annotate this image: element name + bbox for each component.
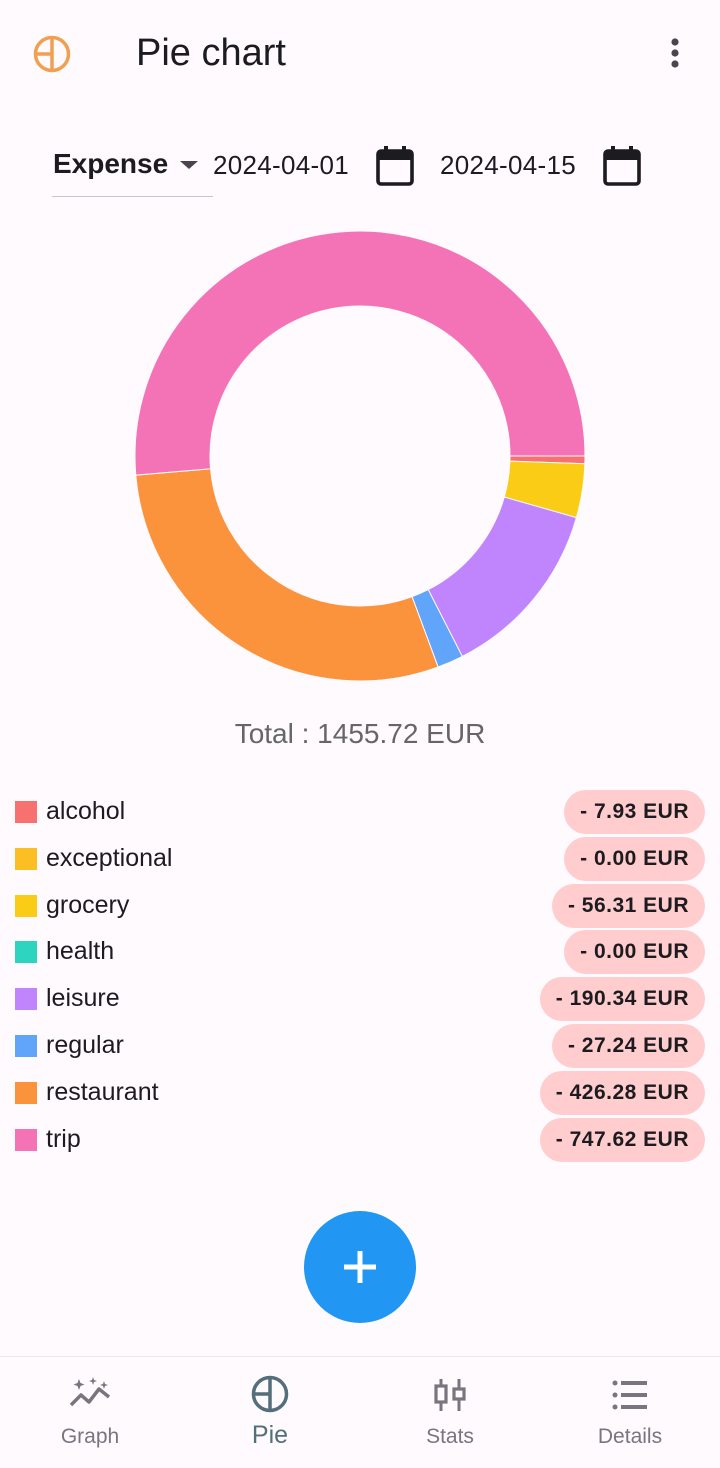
candlestick-icon xyxy=(434,1379,466,1411)
app-bar: Pie chart xyxy=(0,0,720,108)
legend-swatch xyxy=(15,1128,37,1151)
end-date-calendar-icon[interactable] xyxy=(601,144,643,188)
start-date-calendar-icon[interactable] xyxy=(374,144,416,188)
amount-badge: - 7.93 EUR xyxy=(564,790,705,834)
amount-badge: - 27.24 EUR xyxy=(551,1023,705,1068)
graph-sparkle-icon xyxy=(69,1377,111,1407)
plus-icon xyxy=(344,1251,376,1283)
type-dropdown-value: Expense xyxy=(53,148,169,179)
nav-details-label: Details xyxy=(597,1425,663,1448)
amount-badge: - 190.34 EUR xyxy=(539,977,705,1022)
legend-swatch xyxy=(15,847,37,870)
legend-row-regular[interactable]: regular - 27.24 EUR xyxy=(0,1022,720,1069)
legend-swatch xyxy=(15,1034,37,1057)
more-vert-icon[interactable] xyxy=(650,28,700,78)
legend-label: exceptional xyxy=(46,843,173,872)
add-transaction-button[interactable] xyxy=(304,1211,416,1323)
legend-row-restaurant[interactable]: restaurant - 426.28 EUR xyxy=(0,1069,720,1116)
legend-label: alcohol xyxy=(46,797,126,825)
page-title: Pie chart xyxy=(136,32,286,74)
amount-badge: - 56.31 EUR xyxy=(551,883,705,928)
legend-label: health xyxy=(46,937,115,966)
pie-chart-icon xyxy=(251,1375,289,1413)
nav-pie[interactable]: Pie xyxy=(180,1357,360,1468)
start-date-text: 2024-04-01 xyxy=(213,150,349,180)
legend-row-health[interactable]: health - 0.00 EUR xyxy=(0,928,720,975)
bottom-navigation: Graph Pie Stats Details xyxy=(0,1356,720,1468)
legend-swatch xyxy=(15,894,37,917)
filter-row: Expense 2024-04-01 2024-04-15 xyxy=(0,130,720,210)
legend-row-trip[interactable]: trip - 747.62 EUR xyxy=(0,1116,720,1163)
dropdown-arrow-icon xyxy=(180,161,198,169)
legend-swatch xyxy=(15,801,37,823)
legend-swatch xyxy=(15,941,37,964)
list-icon xyxy=(612,1380,647,1410)
legend-swatch xyxy=(15,1081,37,1104)
legend-swatch xyxy=(15,988,37,1011)
amount-badge: - 0.00 EUR xyxy=(564,836,705,881)
nav-details[interactable]: Details xyxy=(540,1357,720,1468)
donut-chart xyxy=(130,226,590,686)
legend-row-alcohol[interactable]: alcohol - 7.93 EUR xyxy=(0,788,720,835)
pie-slice-trip[interactable] xyxy=(134,230,586,476)
nav-pie-label: Pie xyxy=(251,1421,289,1449)
nav-stats-label: Stats xyxy=(426,1425,474,1448)
legend-row-grocery[interactable]: grocery - 56.31 EUR xyxy=(0,882,720,929)
end-date-text: 2024-04-15 xyxy=(440,150,576,180)
amount-badge: - 426.28 EUR xyxy=(539,1070,705,1115)
nav-stats[interactable]: Stats xyxy=(360,1357,540,1468)
legend-label: leisure xyxy=(46,984,120,1013)
pie-chart-icon xyxy=(33,35,71,73)
total-amount: Total : 1455.72 EUR xyxy=(234,718,486,749)
legend-label: restaurant xyxy=(46,1077,159,1106)
amount-badge: - 747.62 EUR xyxy=(539,1117,705,1162)
pie-slice-restaurant[interactable] xyxy=(135,468,439,682)
legend: alcohol - 7.93 EUR exceptional - 0.00 EUR gr… xyxy=(0,788,720,1162)
nav-graph-label: Graph xyxy=(60,1425,120,1448)
legend-label: regular xyxy=(46,1030,124,1059)
legend-row-exceptional[interactable]: exceptional - 0.00 EUR xyxy=(0,835,720,882)
legend-label: trip xyxy=(46,1124,81,1153)
type-dropdown[interactable]: Expense xyxy=(52,130,213,197)
legend-label: grocery xyxy=(46,890,130,919)
amount-badge: - 0.00 EUR xyxy=(564,930,705,975)
legend-row-leisure[interactable]: leisure - 190.34 EUR xyxy=(0,975,720,1022)
nav-graph[interactable]: Graph xyxy=(0,1357,180,1468)
donut-chart-svg xyxy=(134,230,586,682)
